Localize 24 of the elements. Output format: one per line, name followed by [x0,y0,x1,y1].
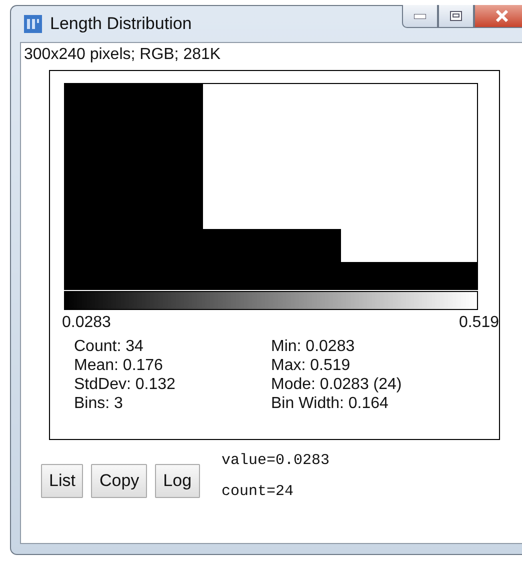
maximize-icon [450,11,462,21]
stat-text: Min: 0.0283 [271,338,356,356]
readout-text: value=0.0283 [222,452,330,469]
minimize-icon [414,14,426,18]
readout-text: count=24 [222,483,295,500]
stat-text: Bins: 3 [74,395,124,413]
stat-text: Mode: 0.0283 (24) [271,376,403,394]
minimize-button[interactable] [402,5,438,28]
image-info: 300x240 pixels; RGB; 281K [24,46,222,64]
axis-min-label: 0.0283 [62,314,111,332]
stat-text: Mean: 0.176 [74,357,164,375]
action-button[interactable]: List [41,464,84,498]
stat-text: StdDev: 0.132 [74,376,176,394]
window-title: Length Distribution [50,14,192,34]
maximize-button[interactable] [438,5,474,28]
stat-text: Max: 0.519 [271,357,352,375]
action-button[interactable]: Copy [91,464,148,498]
close-button[interactable] [474,5,522,28]
action-button[interactable]: Log [155,464,200,498]
stat-text: Bin Width: 0.164 [271,395,390,413]
stat-text: Count: 34 [74,338,144,356]
close-icon [495,10,509,22]
axis-max-label: 0.519 [458,314,499,332]
app-icon [24,15,42,33]
